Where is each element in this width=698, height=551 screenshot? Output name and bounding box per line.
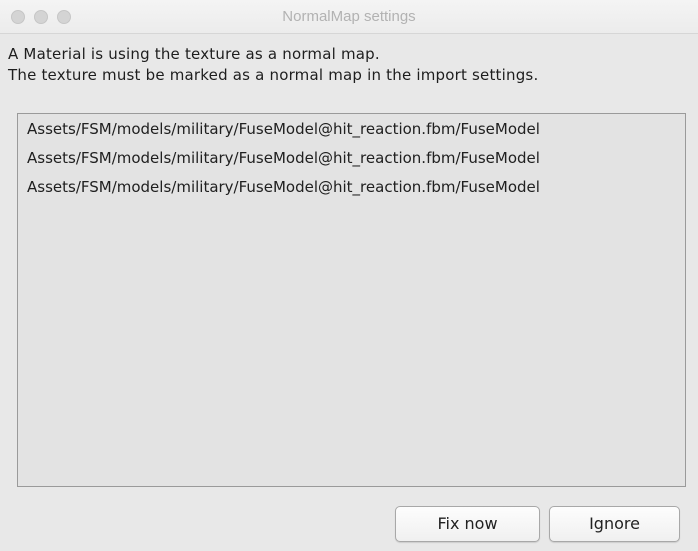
list-item[interactable]: Assets/FSM/models/military/FuseModel@hit… <box>27 146 540 170</box>
message-line-2: The texture must be marked as a normal m… <box>8 66 539 84</box>
ignore-button[interactable]: Ignore <box>549 506 680 542</box>
dialog-message: A Material is using the texture as a nor… <box>8 44 538 86</box>
title-bar[interactable]: NormalMap settings <box>0 0 698 34</box>
normalmap-settings-dialog: NormalMap settings A Material is using t… <box>0 0 698 551</box>
texture-list[interactable]: Assets/FSM/models/military/FuseModel@hit… <box>17 113 686 487</box>
list-item[interactable]: Assets/FSM/models/military/FuseModel@hit… <box>27 175 540 199</box>
list-item[interactable]: Assets/FSM/models/military/FuseModel@hit… <box>27 117 540 141</box>
message-line-1: A Material is using the texture as a nor… <box>8 45 380 63</box>
window-title: NormalMap settings <box>282 8 416 25</box>
fix-now-button[interactable]: Fix now <box>395 506 540 542</box>
